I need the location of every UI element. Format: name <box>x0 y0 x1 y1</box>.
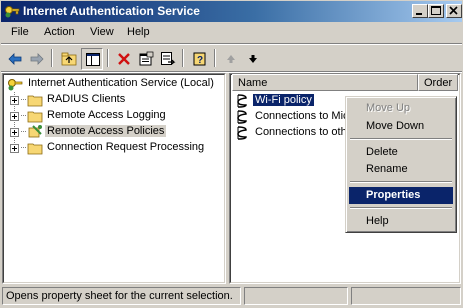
column-header-order[interactable]: Order <box>418 74 458 91</box>
list-item-label: Connections to Micr <box>255 110 353 122</box>
close-icon <box>449 6 458 15</box>
ias-app-icon <box>5 6 20 18</box>
expand-icon[interactable] <box>10 96 19 105</box>
context-menu-label: Properties <box>366 189 421 201</box>
close-button[interactable] <box>446 4 462 18</box>
expand-icon[interactable] <box>10 128 19 137</box>
column-header-name-label: Name <box>238 77 268 89</box>
tree-pane[interactable]: Internet Authentication Service (Local) … <box>2 73 226 284</box>
expand-icon[interactable] <box>10 112 19 121</box>
context-menu-delete[interactable]: Delete <box>349 144 453 161</box>
back-arrow-icon <box>8 53 22 65</box>
move-down-arrow-icon <box>249 55 257 63</box>
up-one-level-button[interactable] <box>58 48 80 70</box>
tree-root[interactable]: Internet Authentication Service (Local) <box>6 76 221 92</box>
help-button[interactable]: ? <box>189 48 211 70</box>
properties-button[interactable] <box>135 48 157 70</box>
context-menu-label: Rename <box>366 163 408 175</box>
svg-text:?: ? <box>197 55 203 66</box>
toolbar-separator <box>214 49 216 67</box>
toolbar-separator <box>182 49 184 67</box>
context-menu-move-down[interactable]: Move Down <box>349 118 453 135</box>
list-item-label: Wi-Fi policy <box>253 94 314 106</box>
move-up-button[interactable] <box>220 48 242 70</box>
context-menu-move-up[interactable]: Move Up <box>349 100 453 117</box>
minimize-button[interactable] <box>412 4 428 18</box>
back-button[interactable] <box>4 48 26 70</box>
minimize-icon <box>416 13 422 15</box>
menu-help[interactable]: Help <box>127 26 150 38</box>
export-list-button[interactable] <box>157 48 179 70</box>
tree-item-remote-access-policies[interactable]: Remote Access Policies <box>3 124 223 140</box>
context-menu-help[interactable]: Help <box>349 213 453 230</box>
delete-button[interactable] <box>113 48 135 70</box>
tree-item-radius-clients[interactable]: RADIUS Clients <box>3 92 223 108</box>
status-text: Opens property sheet for the current sel… <box>6 290 233 302</box>
context-menu-separator <box>350 138 452 140</box>
forward-button[interactable] <box>26 48 48 70</box>
context-menu-separator <box>350 181 452 183</box>
context-menu-label: Move Up <box>366 102 411 114</box>
policy-scroll-icon <box>28 125 42 138</box>
toolbar-separator <box>51 49 53 67</box>
list-item-label: Connections to othe <box>255 126 353 138</box>
maximize-button[interactable] <box>428 4 444 18</box>
tree-item-remote-access-logging[interactable]: Remote Access Logging <box>3 108 223 124</box>
context-menu-label: Move Down <box>366 120 425 132</box>
status-text-panel: Opens property sheet for the current sel… <box>2 287 241 305</box>
column-header-name[interactable]: Name <box>232 74 418 91</box>
console-tree-icon <box>86 53 100 66</box>
menu-action-label: Action <box>44 26 75 38</box>
move-up-arrow-icon <box>227 55 235 63</box>
properties-sheet-icon <box>139 51 154 66</box>
context-menu-separator <box>350 207 452 209</box>
export-list-icon <box>161 52 176 65</box>
context-menu: Move Up Move Down Delete Rename Properti… <box>345 96 457 233</box>
forward-arrow-icon <box>30 53 44 65</box>
policy-icon <box>237 94 247 108</box>
status-panel-3 <box>351 287 461 305</box>
context-menu-rename[interactable]: Rename <box>349 161 453 178</box>
tree-item-label: Remote Access Policies <box>45 125 167 137</box>
menu-view-label: View <box>90 26 114 38</box>
context-menu-properties[interactable]: Properties <box>349 187 453 204</box>
ias-service-icon <box>8 79 23 91</box>
tree-item-connection-request-processing[interactable]: Connection Request Processing <box>3 140 223 156</box>
menu-action[interactable]: Action <box>44 26 75 38</box>
context-menu-label: Delete <box>366 146 398 158</box>
folder-icon <box>27 111 43 123</box>
help-book-icon: ? <box>193 52 206 66</box>
move-down-button[interactable] <box>242 48 264 70</box>
toolbar: ? <box>1 45 462 71</box>
tree-item-label: Connection Request Processing <box>47 141 205 153</box>
tree-root-label: Internet Authentication Service (Local) <box>28 77 214 89</box>
title-bar[interactable]: Internet Authentication Service <box>1 1 462 22</box>
context-menu-label: Help <box>366 215 389 227</box>
menu-view[interactable]: View <box>90 26 114 38</box>
menu-bar: File Action View Help <box>1 23 462 43</box>
show-hide-console-tree-button[interactable] <box>81 48 103 70</box>
tree-item-label: Remote Access Logging <box>47 109 166 121</box>
maximize-icon <box>431 6 441 15</box>
delete-x-icon <box>118 53 130 65</box>
menu-file[interactable]: File <box>11 26 29 38</box>
main-window: Internet Authentication Service File Act… <box>0 0 463 308</box>
menu-help-label: Help <box>127 26 150 38</box>
expand-icon[interactable] <box>10 144 19 153</box>
up-folder-icon <box>61 52 77 66</box>
menu-file-label: File <box>11 26 29 38</box>
window-title: Internet Authentication Service <box>23 4 200 18</box>
folder-icon <box>27 143 43 155</box>
status-panel-2 <box>244 287 348 305</box>
folder-icon <box>27 95 43 107</box>
tree-item-label: RADIUS Clients <box>47 93 126 105</box>
column-header-order-label: Order <box>424 77 453 89</box>
toolbar-separator <box>107 49 109 67</box>
policy-icon <box>237 110 247 124</box>
policy-icon <box>237 126 247 140</box>
